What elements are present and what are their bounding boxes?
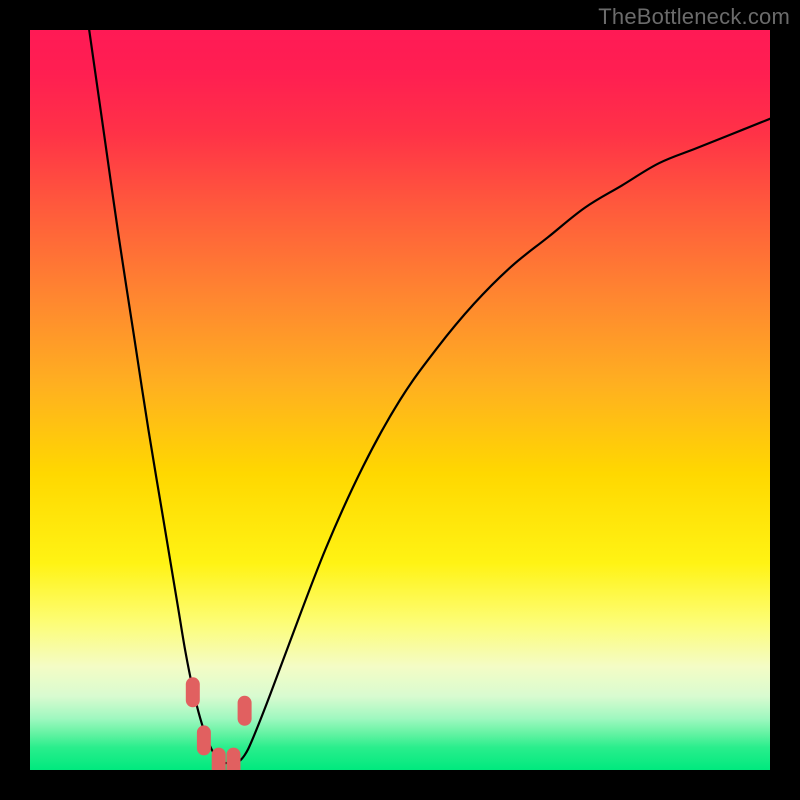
- valley-marker: [186, 677, 200, 707]
- valley-marker: [227, 748, 241, 770]
- chart-root: TheBottleneck.com: [0, 0, 800, 800]
- plot-area: [30, 30, 770, 770]
- valley-marker: [212, 748, 226, 770]
- bottleneck-curve: [89, 30, 770, 763]
- curve-layer: [30, 30, 770, 770]
- watermark-label: TheBottleneck.com: [598, 4, 790, 30]
- valley-markers-group: [186, 677, 252, 770]
- valley-marker: [197, 725, 211, 755]
- valley-marker: [238, 696, 252, 726]
